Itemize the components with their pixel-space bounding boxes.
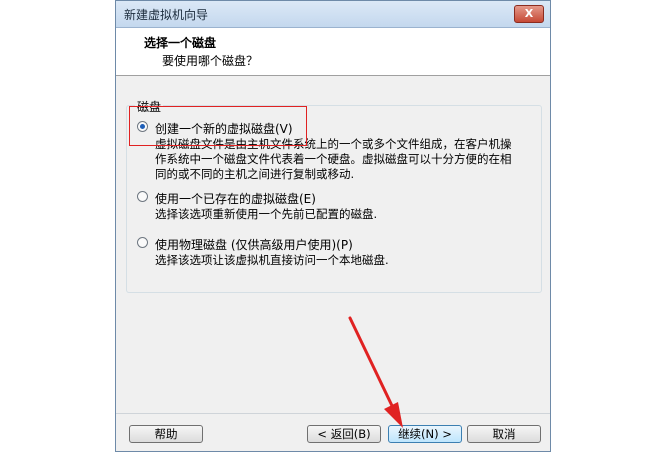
title-bar[interactable]: 新建虚拟机向导 X bbox=[116, 1, 550, 28]
wizard-header: 选择一个磁盘 要使用哪个磁盘？ bbox=[116, 28, 550, 76]
description-line: 选择该选项让该虚拟机直接访问一个本地磁盘. bbox=[155, 253, 389, 267]
next-button[interactable]: 继续(N) > bbox=[388, 425, 462, 443]
radio-use-existing-disk[interactable] bbox=[137, 191, 148, 202]
option-use-physical-disk[interactable]: 使用物理磁盘 (仅供高级用户使用)(P) 选择该选项让该虚拟机直接访问一个本地磁… bbox=[137, 236, 537, 270]
page-title: 选择一个磁盘 bbox=[144, 36, 217, 50]
option-use-existing-disk-label[interactable]: 使用一个已存在的虚拟磁盘(E) bbox=[155, 190, 316, 207]
option-use-existing-disk[interactable]: 使用一个已存在的虚拟磁盘(E) 选择该选项重新使用一个先前已配置的磁盘. bbox=[137, 190, 537, 224]
annotation-highlight-box bbox=[129, 106, 307, 146]
option-use-physical-disk-description: 选择该选项让该虚拟机直接访问一个本地磁盘. bbox=[155, 253, 535, 268]
new-vm-wizard-dialog: 新建虚拟机向导 X 选择一个磁盘 要使用哪个磁盘？ 磁盘 创建一个新的虚拟磁盘(… bbox=[115, 0, 551, 452]
option-use-existing-disk-description: 选择该选项重新使用一个先前已配置的磁盘. bbox=[155, 207, 535, 222]
description-line: 同的或不同的主机之间进行复制或移动. bbox=[155, 167, 355, 181]
cancel-button[interactable]: 取消 bbox=[467, 425, 541, 443]
page-subtitle: 要使用哪个磁盘？ bbox=[162, 54, 259, 68]
option-use-physical-disk-label[interactable]: 使用物理磁盘 (仅供高级用户使用)(P) bbox=[155, 236, 353, 253]
footer-divider bbox=[116, 413, 550, 414]
back-button[interactable]: < 返回(B) bbox=[307, 425, 381, 443]
description-line: 作系统中一个磁盘文件代表着一个硬盘。虚拟磁盘可以十分方便的在相 bbox=[155, 152, 512, 166]
help-button[interactable]: 帮助 bbox=[129, 425, 203, 443]
window-title: 新建虚拟机向导 bbox=[124, 8, 209, 22]
description-line: 选择该选项重新使用一个先前已配置的磁盘. bbox=[155, 207, 378, 221]
radio-use-physical-disk[interactable] bbox=[137, 237, 148, 248]
close-button[interactable]: X bbox=[514, 5, 544, 23]
